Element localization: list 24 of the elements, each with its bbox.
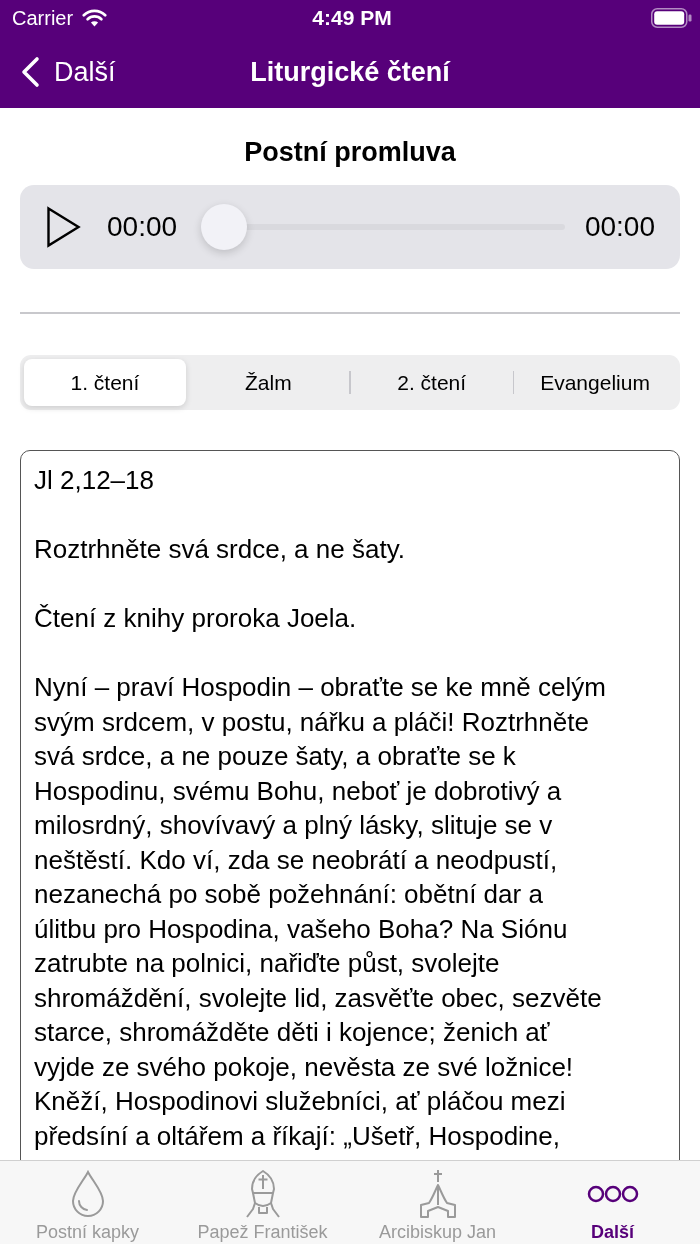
reading-reference: Jl 2,12–18 xyxy=(34,464,155,497)
back-chevron-icon xyxy=(20,56,40,88)
reading-paragraph: Nyní – praví Hospodin – obraťte se ke mně celým svým srdcem, v postu, nářku a pláči! Roztrhněte svá srdce, a ne pouze šaty, a obraťte se k Hospodinu, svému Bohu, neboť je dobrotivý a milosrdný, shovívavý a plný lásky, slituje se v neštěstí. Kdo ví, zda se neobrátí a neodpustí, nezanechá po sobě požehnání: obětní dar a úlitbu pro Hospodina, vašeho Boha? Na Siónu zatrubte na polnici, nařiďte půst, svolejte shromáždění, svolejte lid, zasvěťte obec, sezvěte starce, shromážděte děti i kojence; ženich ať vyjde ze svého pokoje, nevěsta ze své ložnice! Kněží, Hospodinovi služebníci, ať pláčou mezi předsíní a oltářem a říkají: „Ušetř, Hospodine, xyxy=(34,671,607,1153)
carrier-name: Carrier xyxy=(12,6,74,30)
segment-tab[interactable]: Evangelium xyxy=(514,359,676,406)
elapsed-time: 00:00 xyxy=(107,210,178,244)
reading-motto: Roztrhněte svá srdce, a ne šaty. xyxy=(34,533,406,566)
drop-icon xyxy=(69,1170,106,1218)
duration-time: 00:00 xyxy=(584,210,655,244)
wifi-icon xyxy=(82,9,108,27)
segment-tab[interactable]: Žalm xyxy=(187,359,350,406)
audio-title: Postní promluva xyxy=(243,136,457,168)
slider-thumb[interactable] xyxy=(201,204,248,250)
tab-bar-item[interactable]: Další xyxy=(525,1161,700,1244)
screen-title: Liturgické čtení xyxy=(250,56,450,88)
more-icon xyxy=(586,1185,639,1203)
seek-slider[interactable] xyxy=(201,204,565,250)
battery-icon xyxy=(651,8,692,28)
play-icon[interactable] xyxy=(46,206,81,248)
reading-source: Čtení z knihy proroka Joela. xyxy=(34,602,358,635)
status-time: 4:49 PM xyxy=(312,6,392,30)
back-button[interactable]: Další xyxy=(20,56,116,88)
segment-tab[interactable]: 1. čtení xyxy=(24,359,186,406)
segment-tab[interactable]: 2. čtení xyxy=(350,359,513,406)
